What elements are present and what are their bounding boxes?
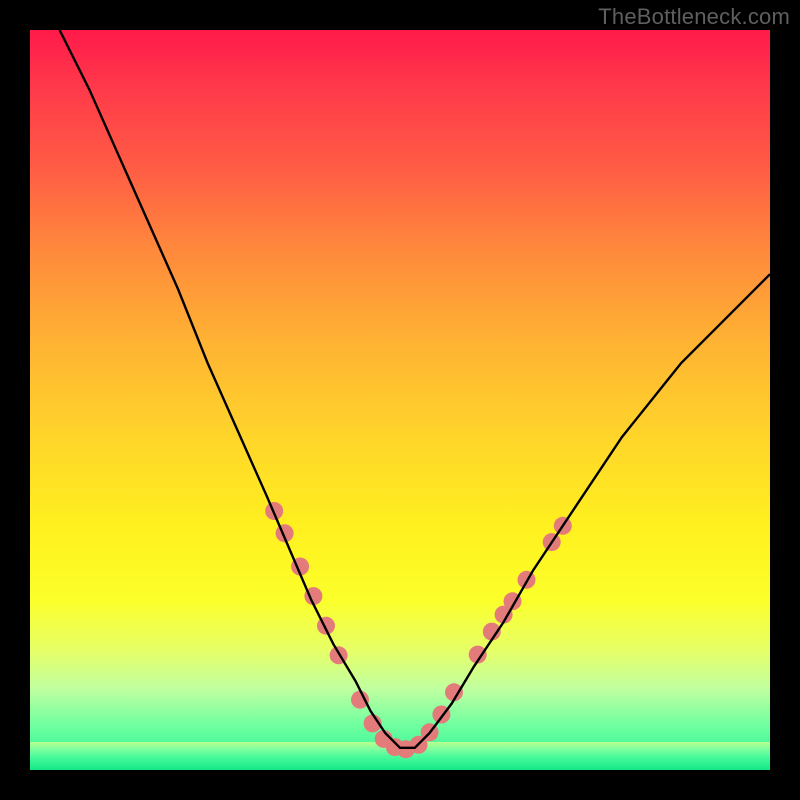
curve-marker <box>351 691 369 709</box>
marker-group <box>265 502 572 758</box>
chart-frame: TheBottleneck.com <box>0 0 800 800</box>
chart-svg <box>30 30 770 770</box>
bottleneck-curve <box>60 30 770 748</box>
plot-area <box>30 30 770 770</box>
watermark-text: TheBottleneck.com <box>598 4 790 30</box>
